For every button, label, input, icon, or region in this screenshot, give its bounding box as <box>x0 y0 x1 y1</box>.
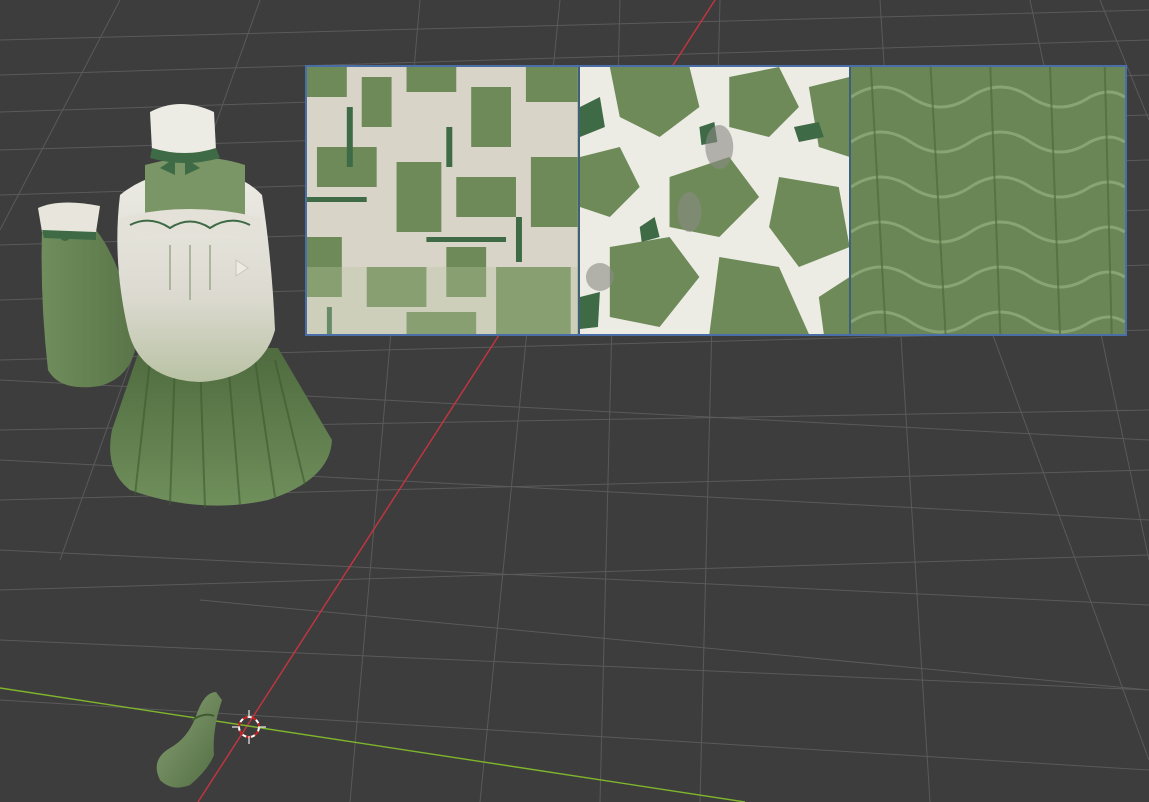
3d-cursor[interactable] <box>232 710 266 744</box>
texture-plane[interactable] <box>305 65 1127 336</box>
texture-panel-ruffles <box>849 67 1125 334</box>
y-axis-line <box>0 687 746 802</box>
shoe-model[interactable] <box>156 692 222 788</box>
texture-panel-mottled <box>577 67 850 334</box>
dress-model[interactable] <box>110 104 332 509</box>
3d-viewport[interactable] <box>0 0 1149 802</box>
texture-panel-diffuse-atlas <box>307 67 578 334</box>
